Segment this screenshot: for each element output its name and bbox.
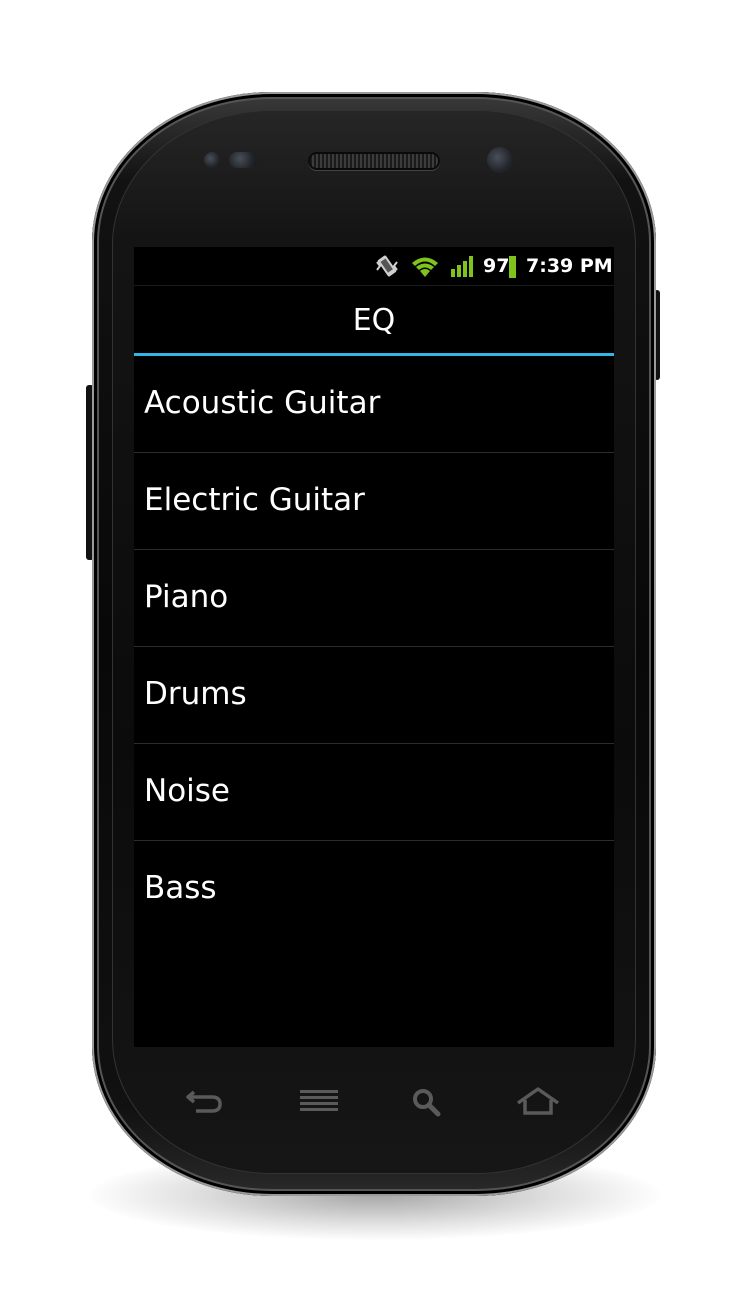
clock: 7:39 PM [526, 255, 613, 277]
home-icon[interactable] [516, 1085, 560, 1119]
list-item-label: Electric Guitar [144, 482, 365, 518]
status-bar: 97 7:39 PM [134, 247, 614, 286]
eq-preset-list: Acoustic Guitar Electric Guitar Piano Dr… [134, 356, 614, 937]
list-item-acoustic-guitar[interactable]: Acoustic Guitar [134, 356, 614, 453]
page-title: EQ [352, 303, 396, 338]
list-item-bass[interactable]: Bass [134, 841, 614, 937]
earpiece-speaker [310, 154, 438, 168]
signal-icon [451, 256, 473, 277]
list-item-label: Drums [144, 676, 247, 712]
list-item-label: Piano [144, 579, 229, 615]
battery-icon [509, 256, 516, 278]
search-icon[interactable] [406, 1085, 450, 1119]
list-item-label: Acoustic Guitar [144, 385, 381, 421]
light-sensor [229, 152, 257, 168]
device-stage: 97 7:39 PM EQ Acoustic Guitar Electric G… [0, 0, 749, 1308]
list-item-noise[interactable]: Noise [134, 744, 614, 841]
battery-level: 97 [483, 255, 510, 277]
front-camera [487, 147, 513, 173]
phone-screen: 97 7:39 PM EQ Acoustic Guitar Electric G… [134, 247, 614, 1047]
list-item-label: Bass [144, 870, 217, 906]
wifi-icon [412, 257, 438, 277]
list-item-electric-guitar[interactable]: Electric Guitar [134, 453, 614, 550]
menu-icon[interactable] [297, 1085, 341, 1119]
list-item-drums[interactable]: Drums [134, 647, 614, 744]
list-item-piano[interactable]: Piano [134, 550, 614, 647]
list-item-label: Noise [144, 773, 230, 809]
back-icon[interactable] [182, 1085, 226, 1119]
title-bar: EQ [134, 286, 614, 356]
vibrate-icon [376, 255, 398, 277]
proximity-sensor [204, 152, 220, 168]
